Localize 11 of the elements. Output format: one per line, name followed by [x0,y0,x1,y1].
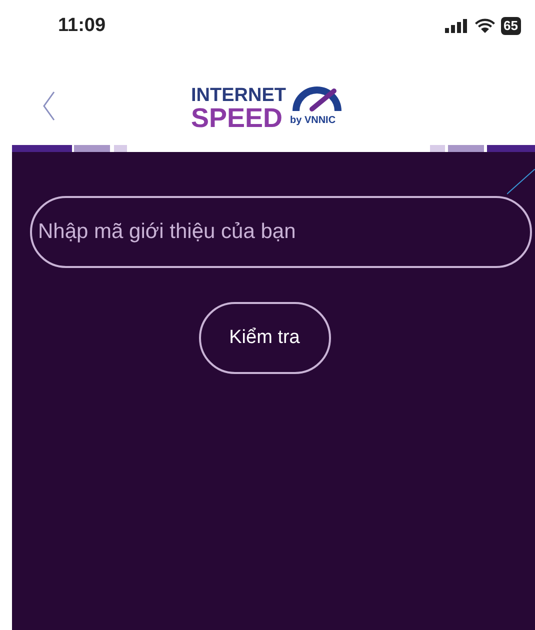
back-icon[interactable] [42,90,56,122]
logo-text: SPEED [191,105,284,132]
check-button[interactable]: Kiểm tra [198,302,330,374]
logo-byline: by VNNIC [290,114,336,128]
wifi-icon [474,18,495,34]
leader-line [507,169,535,195]
referral-code-field[interactable]: Nhập mã giới thiệu của bạn [30,196,532,268]
status-time: 11:09 [58,14,106,38]
logo-text: INTERNET [191,86,286,105]
battery-indicator: 65 [500,17,521,35]
signal-icon [444,18,469,34]
